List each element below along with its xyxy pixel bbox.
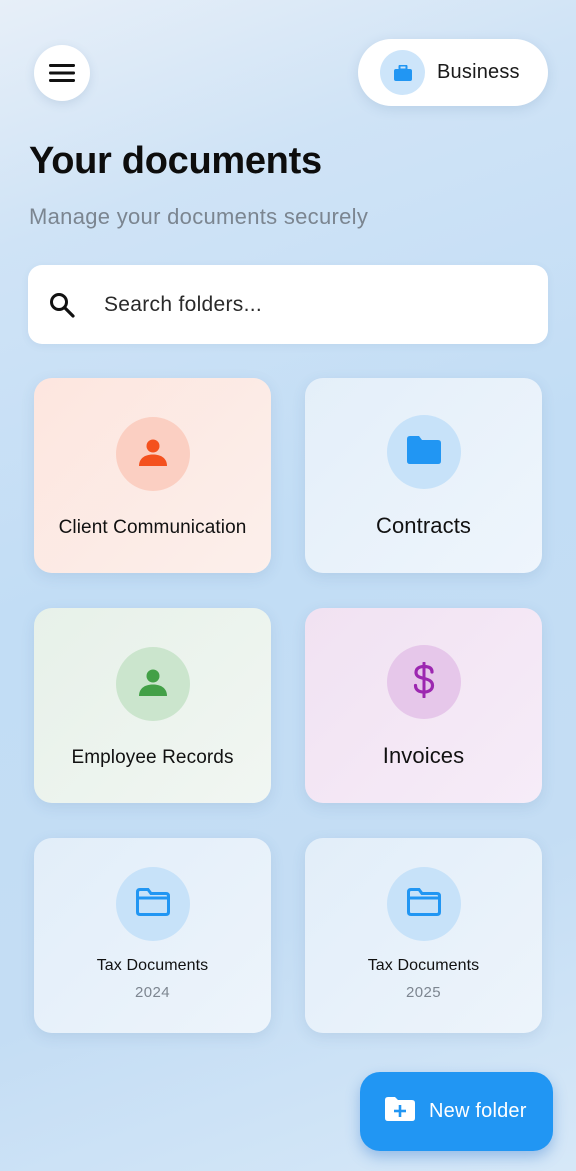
account-switcher[interactable]: Business xyxy=(358,39,548,106)
search-icon xyxy=(48,291,76,319)
folder-icon-badge xyxy=(115,867,190,941)
folder-card-tax-documents-2024[interactable]: Tax Documents 2024 xyxy=(34,838,271,1033)
folder-card-client-communication[interactable]: Client Communication xyxy=(34,378,271,573)
person-icon xyxy=(138,668,168,701)
folder-card-tax-documents-2025[interactable]: Tax Documents 2025 xyxy=(305,838,542,1033)
page-subtitle: Manage your documents securely xyxy=(29,204,369,229)
hamburger-menu-icon xyxy=(49,63,75,83)
folder-outline-icon xyxy=(135,887,170,921)
search-bar[interactable] xyxy=(28,265,548,344)
folder-card-invoices[interactable]: Invoices xyxy=(305,608,542,803)
folder-name: Employee Records xyxy=(71,747,234,768)
menu-button[interactable] xyxy=(34,45,90,101)
account-label: Business xyxy=(437,61,520,83)
folder-year: 2024 xyxy=(135,984,170,1001)
folder-name: Contracts xyxy=(375,513,472,538)
folder-card-employee-records[interactable]: Employee Records xyxy=(34,608,271,803)
folder-name: Invoices xyxy=(382,743,465,768)
create-folder-icon xyxy=(385,1097,415,1126)
new-folder-button[interactable]: New folder xyxy=(360,1072,553,1151)
new-folder-label: New folder xyxy=(429,1100,527,1122)
folder-name: Client Communication xyxy=(58,517,247,538)
folder-icon xyxy=(406,435,441,469)
folder-icon-badge xyxy=(386,645,461,719)
folder-icon-badge xyxy=(386,415,461,489)
folder-outline-icon xyxy=(406,887,441,921)
search-input[interactable] xyxy=(102,291,506,318)
folder-name: Tax Documents xyxy=(367,957,480,974)
briefcase-icon xyxy=(380,50,425,95)
folder-icon-badge xyxy=(115,647,190,721)
page-title: Your documents xyxy=(29,140,322,182)
folder-icon-badge xyxy=(115,417,190,491)
dollar-icon xyxy=(412,661,436,703)
folder-year: 2025 xyxy=(406,984,441,1001)
person-icon xyxy=(138,438,168,471)
folder-icon-badge xyxy=(386,867,461,941)
folder-card-contracts[interactable]: Contracts xyxy=(305,378,542,573)
folder-name: Tax Documents xyxy=(96,957,209,974)
